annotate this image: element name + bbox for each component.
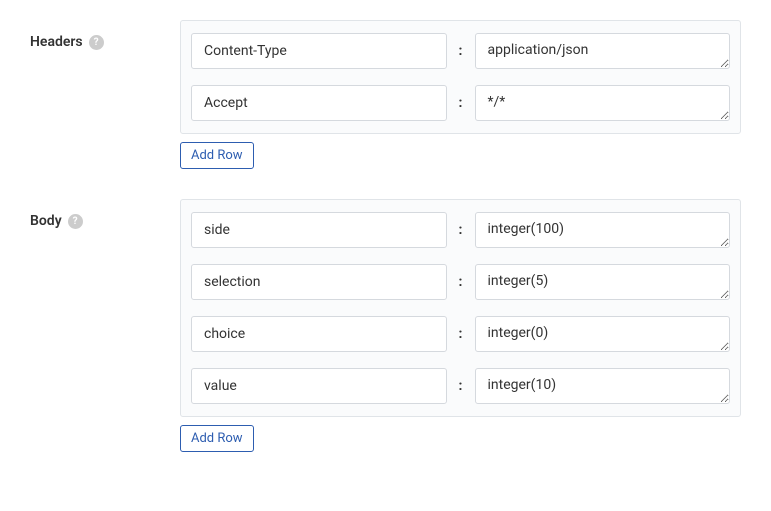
body-value-input[interactable] [475,264,731,300]
header-value-input[interactable] [475,85,731,121]
body-key-input[interactable] [191,368,447,404]
body-value-input[interactable] [475,212,731,248]
separator: : [447,378,475,394]
separator: : [447,95,475,111]
add-row-wrap: Add Row [180,425,741,452]
help-icon[interactable]: ? [89,35,104,50]
body-value-input[interactable] [475,368,731,404]
headers-panel: : : [180,20,741,134]
separator: : [447,222,475,238]
body-content: : : : : Add Row [180,199,741,452]
header-value-input[interactable] [475,33,731,69]
headers-section: Headers ? : : Add Row [30,20,741,169]
body-section: Body ? : : : : [30,199,741,452]
body-key-input[interactable] [191,316,447,352]
table-row: : [191,25,730,77]
body-value-input[interactable] [475,316,731,352]
headers-label: Headers [30,34,83,50]
help-icon[interactable]: ? [68,214,83,229]
add-row-button[interactable]: Add Row [180,425,254,452]
header-key-input[interactable] [191,33,447,69]
add-row-wrap: Add Row [180,142,741,169]
add-row-button[interactable]: Add Row [180,142,254,169]
separator: : [447,326,475,342]
headers-label-col: Headers ? [30,20,180,50]
table-row: : [191,77,730,129]
body-label: Body [30,213,62,229]
separator: : [447,274,475,290]
body-panel: : : : : [180,199,741,417]
table-row: : [191,204,730,256]
body-key-input[interactable] [191,264,447,300]
body-label-col: Body ? [30,199,180,229]
header-key-input[interactable] [191,85,447,121]
table-row: : [191,256,730,308]
table-row: : [191,360,730,412]
table-row: : [191,308,730,360]
body-key-input[interactable] [191,212,447,248]
headers-content: : : Add Row [180,20,741,169]
separator: : [447,43,475,59]
